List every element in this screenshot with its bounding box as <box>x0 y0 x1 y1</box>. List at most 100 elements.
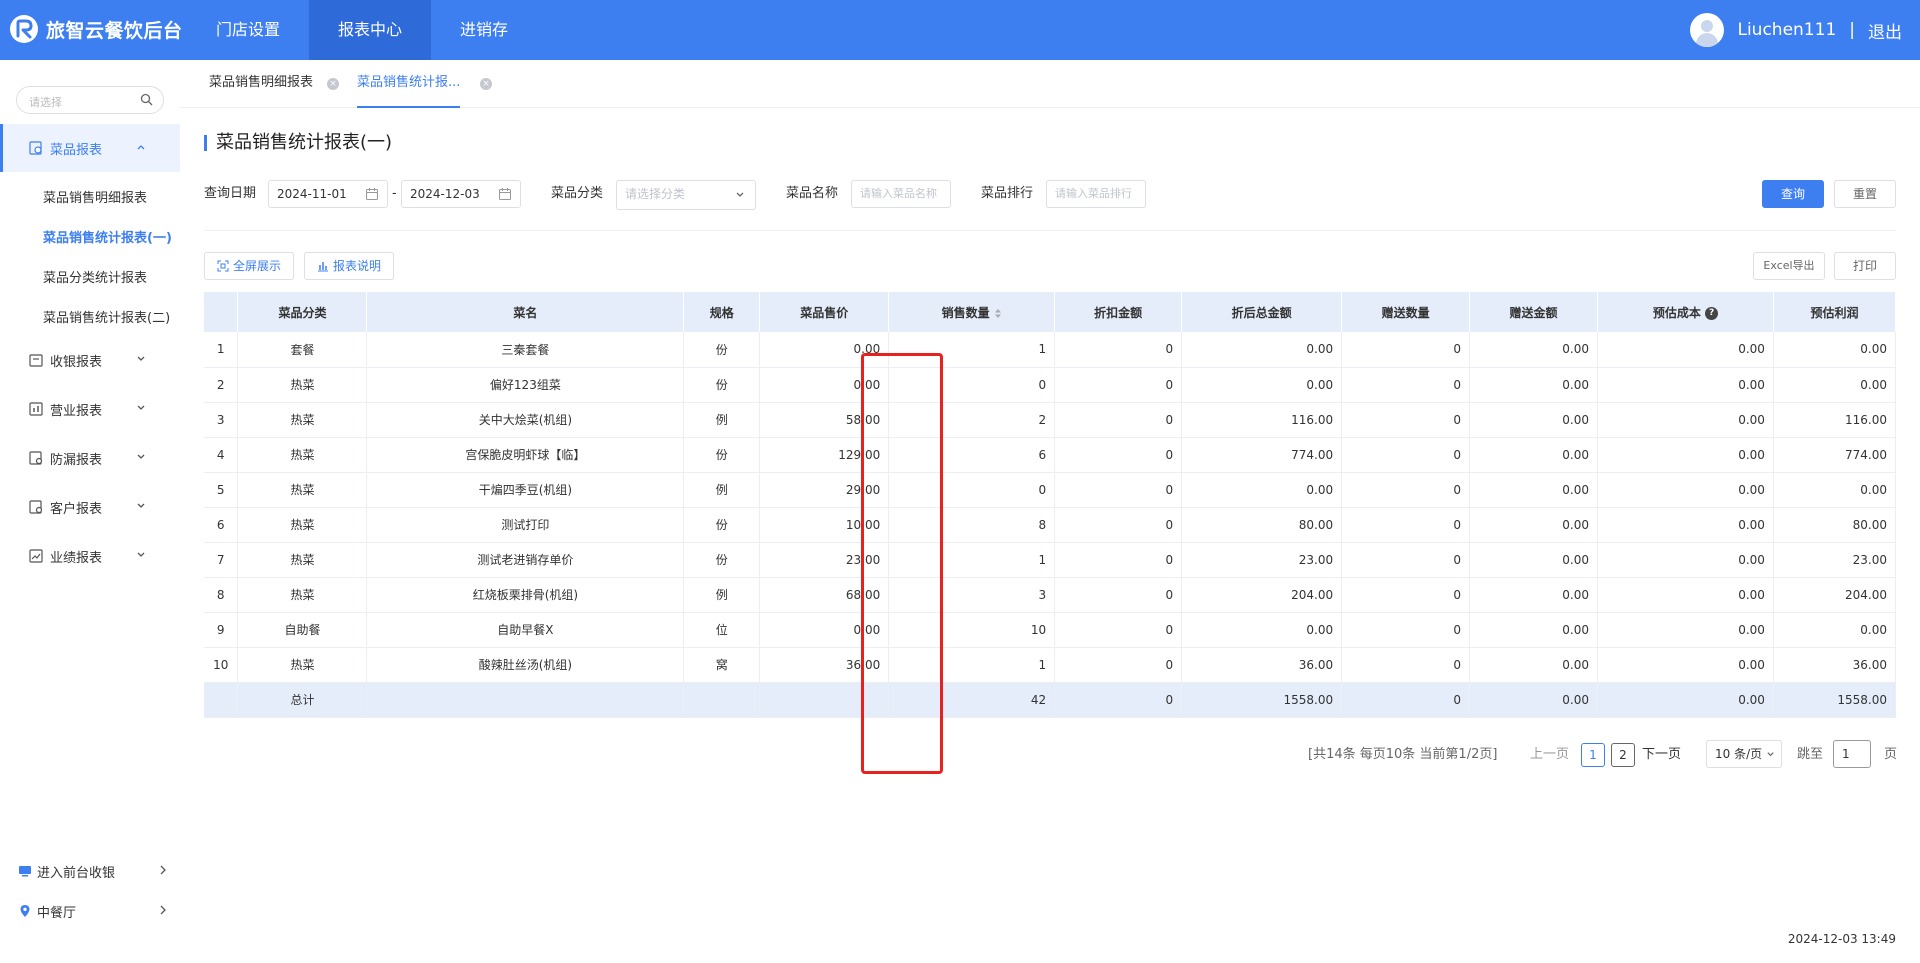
report-icon <box>29 141 42 155</box>
row-gift-amount: 0.00 <box>1469 647 1598 683</box>
sidebar-item-dish-sales-detail[interactable]: 菜品销售明细报表 <box>0 179 180 219</box>
prev-page-button[interactable]: 上一页 <box>1530 743 1569 767</box>
total-cell <box>204 682 239 718</box>
sidebar-search-input[interactable]: 请选择 <box>16 86 164 114</box>
row-dish-name: 自助早餐X <box>366 612 685 648</box>
row-gift-amount: 0.00 <box>1469 332 1598 368</box>
row-category: 热菜 <box>237 542 368 578</box>
search-icon[interactable] <box>140 93 153 106</box>
row-price: 36.00 <box>759 647 890 683</box>
total-discount: 0 <box>1054 682 1183 718</box>
row-est-cost: 0.00 <box>1597 437 1774 473</box>
help-icon[interactable]: ? <box>1705 306 1719 320</box>
row-discount: 0 <box>1054 332 1183 368</box>
user-name[interactable]: Liuchen111 <box>1737 20 1836 40</box>
sidebar-group-customer[interactable]: 客户报表 <box>0 483 180 531</box>
table-row: 2 热菜 偏好123组菜份 0.00 0 0 0.00 0 0.00 0.00 0.00 <box>204 367 1897 403</box>
row-spec: 例 <box>683 577 761 613</box>
row-est-profit: 204.00 <box>1773 577 1897 613</box>
header-sales-qty[interactable]: 销售数量 <box>888 292 1056 332</box>
row-gift-qty: 0 <box>1341 612 1471 648</box>
sidebar-group-leakage[interactable]: 防漏报表 <box>0 434 180 482</box>
bottom-link-label: 中餐厅 <box>37 905 77 921</box>
header-sales-qty-label: 销售数量 <box>941 305 990 320</box>
row-category: 热菜 <box>237 577 368 613</box>
logout-link[interactable]: 退出 <box>1868 18 1902 43</box>
sidebar-group-performance[interactable]: 业绩报表 <box>0 532 180 580</box>
row-price: 0.00 <box>759 332 890 368</box>
row-after-total: 23.00 <box>1181 542 1343 578</box>
shield-icon <box>29 451 43 465</box>
sidebar-item-dish-sales-stats-2[interactable]: 菜品销售统计报表(二) <box>0 299 180 339</box>
row-dish-name: 测试打印 <box>366 507 685 543</box>
row-gift-qty: 0 <box>1341 647 1471 683</box>
dish-name-input[interactable]: 请输入菜品名称 <box>851 180 951 208</box>
sidebar-item-dish-sales-stats-1[interactable]: 菜品销售统计报表(一) <box>0 219 180 259</box>
sidebar-group-cashier[interactable]: 收银报表 <box>0 336 180 384</box>
bottom-link-label: 进入前台收银 <box>37 865 116 881</box>
date-end-input[interactable]: 2024-12-03 <box>401 180 521 208</box>
row-index: 1 <box>204 332 239 368</box>
avatar[interactable] <box>1690 13 1725 47</box>
sort-icon[interactable] <box>994 308 1002 319</box>
jump-page-input[interactable]: 1 <box>1833 740 1871 768</box>
main-content: 菜品销售明细报表 × 菜品销售统计报... × 菜品销售统计报表(一) 查询日期… <box>180 60 1920 963</box>
row-price: 129.00 <box>759 437 890 473</box>
date-start-value: 2024-11-01 <box>277 187 347 201</box>
query-button[interactable]: 查询 <box>1762 180 1824 208</box>
row-dish-name: 宫保脆皮明虾球【临】 <box>366 437 685 473</box>
row-spec: 份 <box>683 542 761 578</box>
excel-export-button[interactable]: Excel导出 <box>1753 252 1825 280</box>
date-start-input[interactable]: 2024-11-01 <box>268 180 388 208</box>
restaurant-selector-link[interactable]: 中餐厅 <box>18 899 168 923</box>
page-number-button[interactable]: 1 <box>1581 743 1605 767</box>
report-explain-button[interactable]: 报表说明 <box>304 252 394 280</box>
topnav-store-settings[interactable]: 门店设置 <box>187 0 309 60</box>
row-sales-qty: 6 <box>888 437 1056 473</box>
row-dish-name: 酸辣肚丝汤(机组) <box>366 647 685 683</box>
chevron-right-icon <box>160 905 166 915</box>
sidebar-group-dish-reports[interactable]: 菜品报表 <box>0 124 180 172</box>
page-size-select[interactable]: 10 条/页 <box>1706 740 1782 768</box>
tab-dish-sales-stats[interactable]: 菜品销售统计报... <box>357 60 461 108</box>
header-dish-name: 菜名 <box>366 292 685 332</box>
row-category: 热菜 <box>237 472 368 508</box>
dish-rank-input[interactable]: 请输入菜品排行 <box>1046 180 1146 208</box>
row-discount: 0 <box>1054 507 1183 543</box>
app-logo[interactable]: 旅智云餐饮后台 <box>8 13 183 45</box>
topnav-inventory[interactable]: 进销存 <box>431 0 537 60</box>
row-discount: 0 <box>1054 437 1183 473</box>
reset-button[interactable]: 重置 <box>1834 180 1896 208</box>
fullscreen-button[interactable]: 全屏展示 <box>204 252 294 280</box>
sidebar-group-business[interactable]: 营业报表 <box>0 385 180 433</box>
row-index: 6 <box>204 507 239 543</box>
row-index: 3 <box>204 402 239 438</box>
row-est-profit: 774.00 <box>1773 437 1897 473</box>
tab-dish-sales-detail[interactable]: 菜品销售明细报表 <box>209 60 313 108</box>
row-category: 套餐 <box>237 332 368 368</box>
row-index: 7 <box>204 542 239 578</box>
sidebar: 请选择 菜品报表 菜品销售明细报表 菜品销售统计报表(一) 菜品分类统计报表 菜… <box>0 60 180 963</box>
row-after-total: 774.00 <box>1181 437 1343 473</box>
total-cell <box>366 682 685 718</box>
row-gift-amount: 0.00 <box>1469 437 1598 473</box>
row-spec: 窝 <box>683 647 761 683</box>
row-after-total: 0.00 <box>1181 612 1343 648</box>
page-number-button[interactable]: 2 <box>1611 743 1635 767</box>
row-price: 23.00 <box>759 542 890 578</box>
row-dish-name: 三秦套餐 <box>366 332 685 368</box>
print-button[interactable]: 打印 <box>1834 252 1896 280</box>
chevron-down-icon <box>137 356 145 361</box>
close-icon[interactable]: × <box>327 78 339 90</box>
close-icon[interactable]: × <box>480 78 492 90</box>
row-after-total: 0.00 <box>1181 367 1343 403</box>
row-discount: 0 <box>1054 647 1183 683</box>
fullscreen-icon <box>217 260 229 272</box>
topnav-report-center[interactable]: 报表中心 <box>309 0 432 60</box>
top-nav: 门店设置 报表中心 进销存 <box>187 0 537 60</box>
next-page-button[interactable]: 下一页 <box>1642 743 1681 767</box>
sidebar-item-dish-category-stats[interactable]: 菜品分类统计报表 <box>0 259 180 299</box>
row-after-total: 116.00 <box>1181 402 1343 438</box>
enter-front-cashier-link[interactable]: 进入前台收银 <box>18 859 168 883</box>
category-select[interactable]: 请选择分类 <box>616 180 756 210</box>
